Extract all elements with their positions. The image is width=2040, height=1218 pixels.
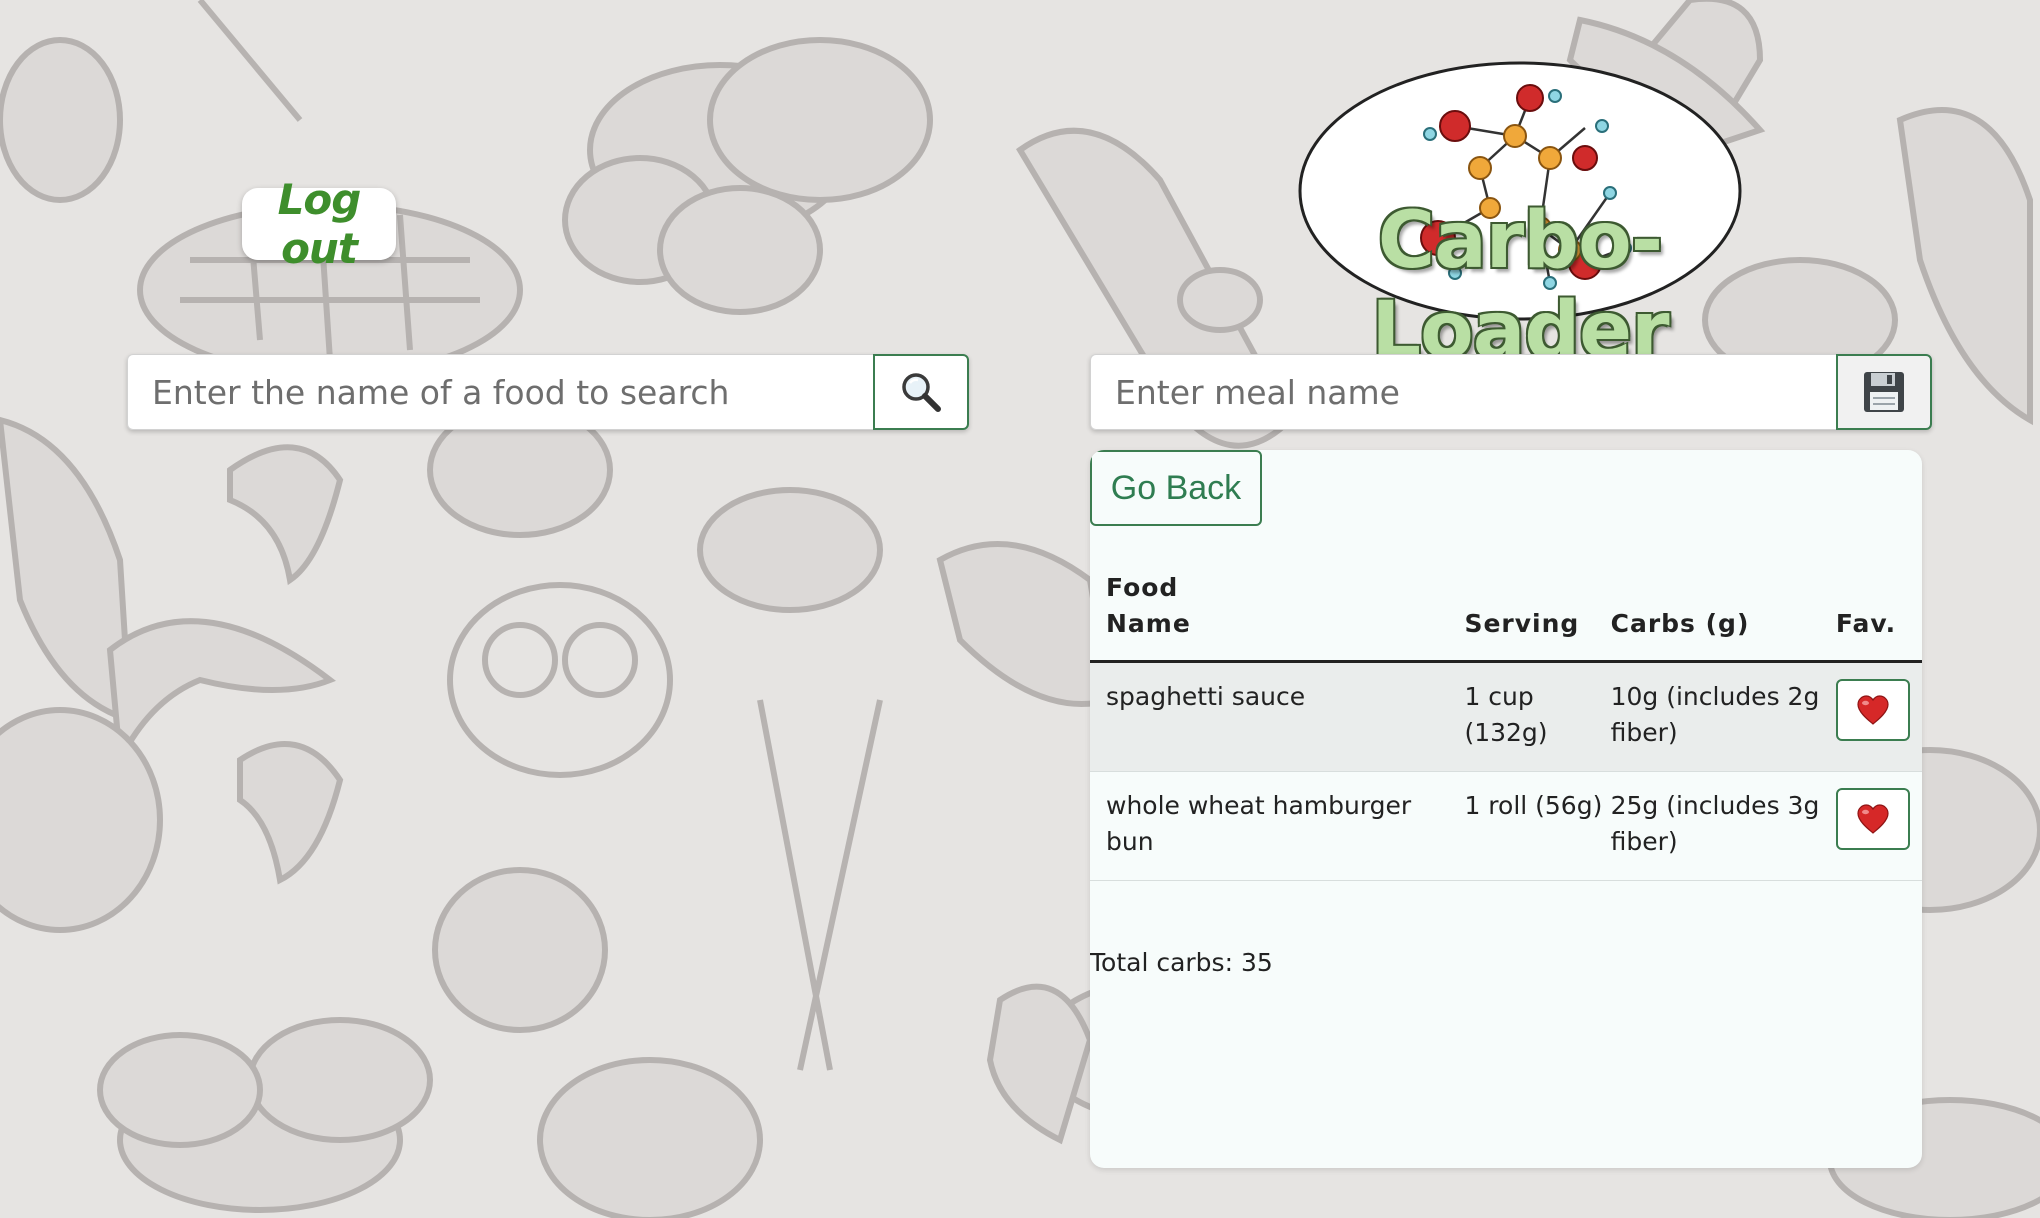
fav-cell	[1835, 662, 1922, 772]
table-row: spaghetti sauce 1 cup (132g) 10g (includ…	[1090, 661, 1922, 772]
logout-button[interactable]: Log out	[242, 175, 396, 273]
favorite-button[interactable]	[1835, 788, 1910, 850]
meal-table: Food Name Serving Carbs (g) Fav. spaghett…	[1090, 570, 1922, 881]
carbs-cell: 25g (includes 3g fiber)	[1610, 791, 1820, 856]
column-header-carbs: Carbs (g)	[1610, 609, 1750, 638]
fav-cell	[1835, 772, 1922, 881]
column-header-fav: Fav.	[1835, 609, 1897, 638]
magnifying-glass-icon	[902, 373, 941, 412]
go-back-button[interactable]: Go Back	[1090, 450, 1262, 526]
serving-cell: 1 roll (56g)	[1464, 791, 1603, 820]
heart-icon	[1857, 695, 1889, 725]
food-search-input[interactable]	[127, 354, 873, 430]
carbs-cell: 10g (includes 2g fiber)	[1610, 682, 1820, 747]
table-row: whole wheat hamburger bun 1 roll (56g) 2…	[1090, 772, 1922, 881]
table-header-row: Food Name Serving Carbs (g) Fav.	[1090, 570, 1922, 662]
meal-panel: Go Back Food Name Serving Carbs (g) Fav. …	[1090, 450, 1922, 1168]
floppy-disk-icon	[1864, 372, 1904, 412]
meal-name-group	[1090, 354, 1932, 430]
food-search-group	[127, 354, 969, 430]
carbo-loader-logo: Carbo-Loader	[1250, 58, 1790, 376]
logo-title: Carbo-Loader	[1371, 196, 1669, 376]
search-button[interactable]	[873, 354, 969, 430]
serving-cell: 1 cup (132g)	[1464, 682, 1548, 747]
meal-name-input[interactable]	[1090, 354, 1836, 430]
favorite-button[interactable]	[1835, 679, 1910, 741]
heart-icon	[1857, 804, 1889, 834]
column-header-serving: Serving	[1464, 609, 1580, 638]
total-carbs: Total carbs: 35	[1090, 948, 1273, 977]
food-name-cell: spaghetti sauce	[1106, 682, 1306, 711]
column-header-food-name: Food Name	[1106, 573, 1191, 638]
save-meal-button[interactable]	[1836, 354, 1932, 430]
food-name-cell: whole wheat hamburger bun	[1106, 791, 1412, 856]
